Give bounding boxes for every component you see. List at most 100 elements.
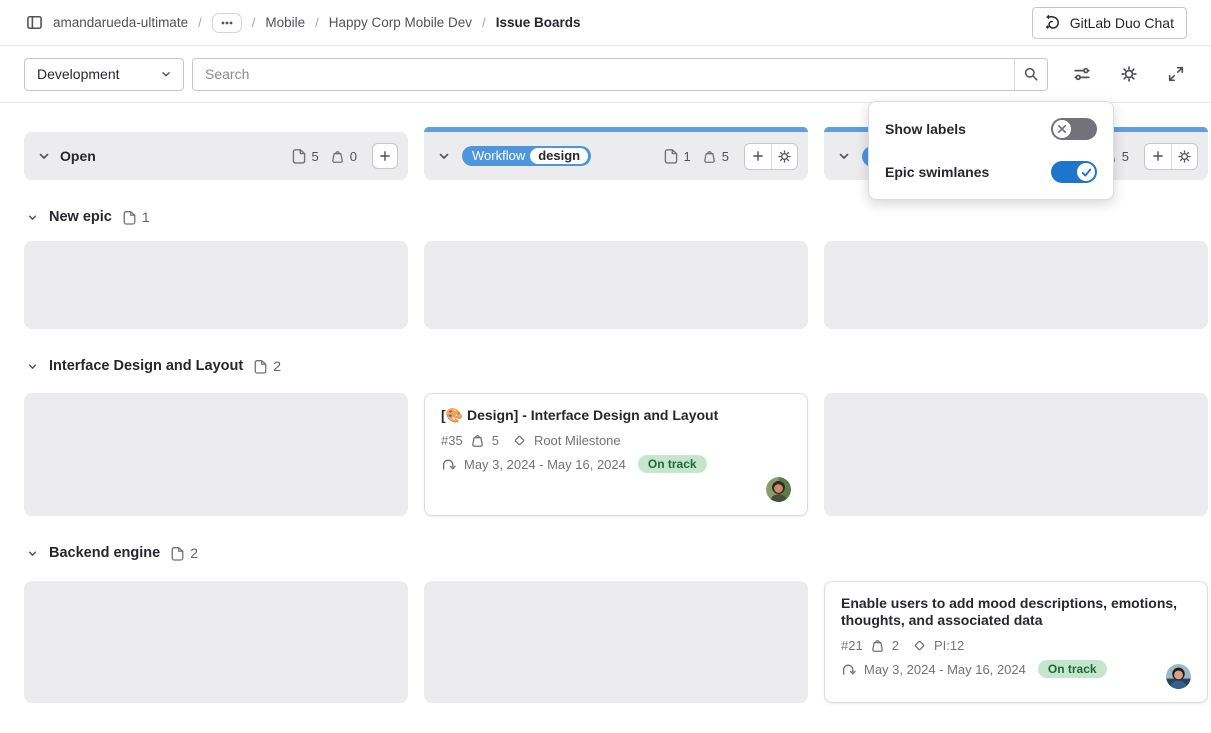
column-scoped-label: Workflow design [462,146,591,166]
ellipsis-icon [221,21,233,25]
issue-reference: #21 [841,638,863,653]
assignee-avatar[interactable] [1166,664,1191,689]
swimlane-title: Interface Design and Layout [49,358,243,374]
column-open: Open 5 0 [24,127,408,180]
issue-card-21[interactable]: Enable users to add mood descriptions, e… [824,581,1208,703]
chevron-down-icon [26,547,39,560]
issue-count-icon [291,148,307,164]
breadcrumb-subgroup[interactable]: Mobile [265,15,305,30]
swimlane-collapse-button[interactable] [24,358,41,375]
swimlane-interface-design: Interface Design and Layout 2 [24,355,1211,377]
add-issue-button[interactable] [372,143,398,169]
show-labels-label: Show labels [885,121,966,137]
issue-title[interactable]: [🎨 Design] - Interface Design and Layout [441,407,791,424]
empty-lane-cell [24,393,408,516]
gitlab-duo-chat-button[interactable]: GitLab Duo Chat [1032,7,1187,39]
search-input[interactable] [193,59,1014,90]
list-settings-button[interactable] [1171,144,1197,169]
search-icon [1023,66,1039,82]
chevron-down-icon [26,211,39,224]
swimlane-row: [🎨 Design] - Interface Design and Layout… [24,393,1211,516]
weight-icon [470,433,485,448]
swimlane-backend-engine: Backend engine 2 [24,542,1211,564]
empty-lane-cell [24,241,408,329]
issue-weight: 5 [492,433,499,448]
sliders-icon [1073,65,1091,83]
plus-icon [378,149,392,163]
add-issue-button[interactable] [745,144,771,169]
column-collapse-button[interactable] [834,146,854,166]
epic-swimlanes-label: Epic swimlanes [885,164,989,180]
sidebar-toggle-button[interactable] [24,12,45,33]
board-settings-gear-button[interactable] [1118,63,1140,85]
breadcrumb-separator: / [250,15,258,30]
breadcrumb-group[interactable]: amandarueda-ultimate [53,15,188,30]
issue-count: 5 [312,149,319,164]
duo-chat-icon [1045,14,1062,31]
empty-lane-cell [824,393,1208,516]
chevron-down-icon [159,67,173,81]
swimlane-issue-count: 2 [273,358,281,374]
empty-lane-cell [424,581,808,703]
chevron-down-icon [436,148,452,164]
breadcrumb-ellipsis-button[interactable] [212,13,242,33]
issue-dates: May 3, 2024 - May 16, 2024 [864,662,1026,677]
gear-icon [1177,149,1192,164]
swimlane-issue-count: 2 [190,545,198,561]
weight-icon [330,149,345,164]
board-settings-popover: Show labels Epic swimlanes [868,101,1114,200]
empty-lane-cell [24,581,408,703]
milestone-icon [512,433,527,448]
issue-title[interactable]: Enable users to add mood descriptions, e… [841,595,1191,629]
epic-swimlanes-toggle[interactable] [1051,161,1097,183]
swimlane-issue-count: 1 [142,209,150,225]
swimlane-collapse-button[interactable] [24,209,41,226]
board-actions [1071,63,1187,85]
assignee-avatar[interactable] [766,477,791,502]
weight-icon [702,149,717,164]
column-collapse-button[interactable] [434,146,454,166]
swimlane-title: New epic [49,209,112,225]
gear-icon [777,149,792,164]
issue-count-icon [253,359,268,374]
issue-milestone: Root Milestone [534,433,621,448]
issue-count-icon [663,148,679,164]
column-title: Open [60,148,96,164]
breadcrumb-project[interactable]: Happy Corp Mobile Dev [329,15,472,30]
swimlane-collapse-button[interactable] [24,545,41,562]
health-status-badge: On track [1038,660,1107,678]
board-switcher-dropdown[interactable]: Development [24,58,184,91]
breadcrumb-separator: / [480,15,488,30]
issue-count-icon [122,210,137,225]
expand-board-button[interactable] [1165,63,1187,85]
show-labels-toggle[interactable] [1051,118,1097,140]
x-icon [1057,124,1067,134]
expand-icon [1167,65,1185,83]
swimlane-title: Backend engine [49,545,160,561]
issue-count-icon [170,546,185,561]
issue-milestone: PI:12 [934,638,964,653]
check-icon [1081,167,1092,178]
swimlane-new-epic: New epic 1 [24,206,1211,228]
label-value: design [530,148,588,164]
weight-count: 5 [722,149,729,164]
column-collapse-button[interactable] [34,146,54,166]
health-status-badge: On track [638,455,707,473]
search-button[interactable] [1014,59,1047,90]
issue-count: 1 [684,149,691,164]
empty-lane-cell [424,241,808,329]
list-settings-button[interactable] [771,144,797,169]
add-issue-button[interactable] [1145,144,1171,169]
issue-reference: #35 [441,433,463,448]
column-workflow-design: Workflow design 1 [424,127,808,180]
breadcrumb-separator: / [313,15,321,30]
board-switcher-value: Development [37,66,120,82]
filter-bar: Development [0,46,1211,103]
weight-icon [870,638,885,653]
label-scope: Workflow [472,148,525,164]
board-config-sliders-button[interactable] [1071,63,1093,85]
weight-count: 0 [350,149,357,164]
issue-dates: May 3, 2024 - May 16, 2024 [464,457,626,472]
issue-weight: 2 [892,638,899,653]
issue-card-35[interactable]: [🎨 Design] - Interface Design and Layout… [424,393,808,516]
